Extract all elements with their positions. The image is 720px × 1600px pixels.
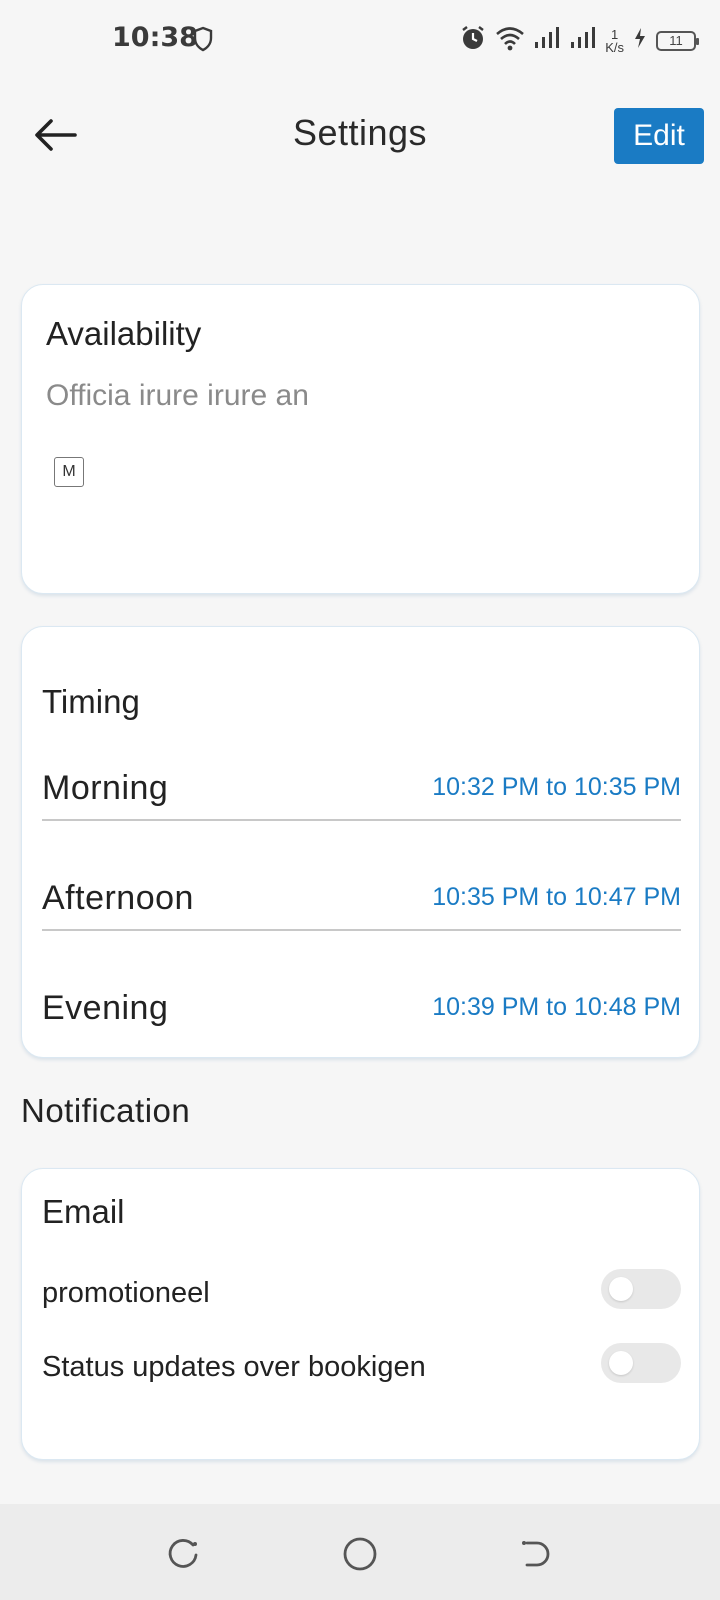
status-icons: 1 K/s 11 xyxy=(459,24,699,57)
availability-title: Availability xyxy=(46,315,202,352)
system-nav-bar xyxy=(0,1504,720,1600)
page-title: Settings xyxy=(292,112,428,153)
divider xyxy=(42,929,681,931)
day-chip-monday[interactable]: M xyxy=(54,457,84,487)
net-speed-unit: K/s xyxy=(605,39,624,55)
pref-row-status-updates: Status updates over bookigen xyxy=(42,1343,681,1393)
timing-title: Timing xyxy=(42,683,140,720)
status-bar: 10:38 1 K/s 11 xyxy=(0,0,720,80)
net-speed-value: 1 xyxy=(610,26,619,42)
signal-icon xyxy=(533,26,561,55)
availability-card: Availability Officia irure irure an M xyxy=(21,284,700,594)
timing-row-evening[interactable]: Evening 10:39 PM to 10:48 PM xyxy=(42,979,681,1049)
slot-label: Evening xyxy=(42,989,169,1027)
battery-icon: 11 xyxy=(656,30,699,51)
pref-label: Status updates over bookigen xyxy=(42,1351,426,1383)
recent-apps-icon xyxy=(168,1539,198,1568)
app-header: Settings Edit xyxy=(0,100,720,172)
net-speed: 1 K/s xyxy=(605,28,624,54)
email-card: Email promotioneel Status updates over b… xyxy=(21,1168,700,1460)
notification-section-title: Notification xyxy=(21,1092,191,1129)
back-icon xyxy=(522,1541,550,1567)
home-icon xyxy=(343,1537,377,1571)
pref-row-promotional: promotioneel xyxy=(42,1269,681,1319)
edit-button[interactable]: Edit xyxy=(614,108,704,164)
home-button[interactable] xyxy=(340,1534,380,1574)
charging-icon xyxy=(632,26,648,55)
status-time: 10:38 xyxy=(112,22,198,53)
toggle-knob xyxy=(609,1277,633,1301)
signal-icon xyxy=(569,26,597,55)
wifi-icon xyxy=(495,25,525,56)
divider xyxy=(42,819,681,821)
shield-icon xyxy=(192,26,214,57)
pref-label: promotioneel xyxy=(42,1277,210,1309)
slot-label: Afternoon xyxy=(42,879,194,917)
battery-level: 11 xyxy=(669,33,683,48)
promotional-toggle[interactable] xyxy=(601,1269,681,1309)
timing-card: Timing Morning 10:32 PM to 10:35 PM Afte… xyxy=(21,626,700,1058)
toggle-knob xyxy=(609,1351,633,1375)
slot-label: Morning xyxy=(42,769,169,807)
recent-apps-button[interactable] xyxy=(164,1534,204,1574)
slot-range[interactable]: 10:32 PM to 10:35 PM xyxy=(432,773,681,802)
nav-back-button[interactable] xyxy=(516,1534,556,1574)
availability-description: Officia irure irure an xyxy=(46,379,309,412)
alarm-icon xyxy=(459,24,487,57)
email-title: Email xyxy=(42,1193,125,1230)
slot-range[interactable]: 10:35 PM to 10:47 PM xyxy=(432,883,681,912)
slot-range[interactable]: 10:39 PM to 10:48 PM xyxy=(432,993,681,1022)
status-updates-toggle[interactable] xyxy=(601,1343,681,1383)
